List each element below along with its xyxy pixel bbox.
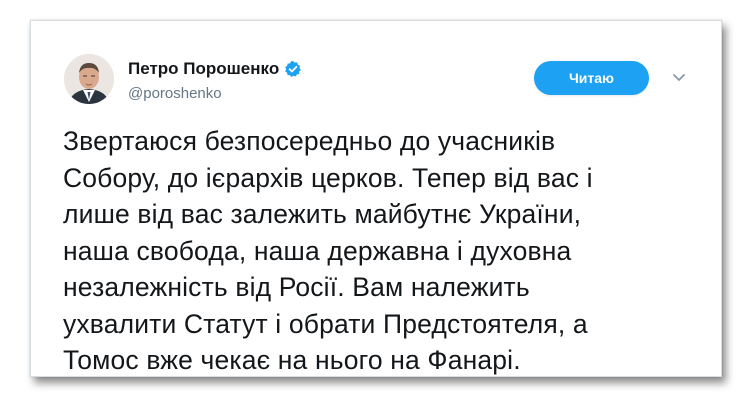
tweet-text-line: наша свобода, наша державна і духовна [63, 235, 572, 266]
tweet-text-line: ухвалити Статут і обрати Предстоятеля, а [63, 308, 588, 339]
verified-badge-icon [285, 61, 302, 77]
follow-button[interactable]: Читаю [534, 61, 649, 95]
chevron-down-icon[interactable] [669, 67, 689, 87]
tweet-card: Петро Порошенко @poroshenko Читаю Зверта… [30, 20, 722, 377]
tweet-text-line: незалежність від Росії. Вам належить [63, 272, 530, 302]
author-handle[interactable]: @poroshenko [128, 85, 222, 102]
tweet-text-line: Собору, до ієрархів церков. Тепер від ва… [63, 162, 593, 193]
tweet-text: Звертаюся безпосередньо до учасників Соб… [63, 123, 693, 379]
author-name[interactable]: Петро Порошенко [128, 59, 279, 79]
tweet-text-line: Томос вже чекає на нього на Фанарі. [63, 345, 521, 375]
tweet-text-line: лише від вас залежить майбутнє України, [63, 199, 582, 229]
author-row: Петро Порошенко [128, 59, 302, 79]
avatar-photo [64, 54, 114, 104]
tweet-text-line: Звертаюся безпосередньо до учасників [63, 126, 556, 156]
avatar[interactable] [64, 54, 114, 104]
